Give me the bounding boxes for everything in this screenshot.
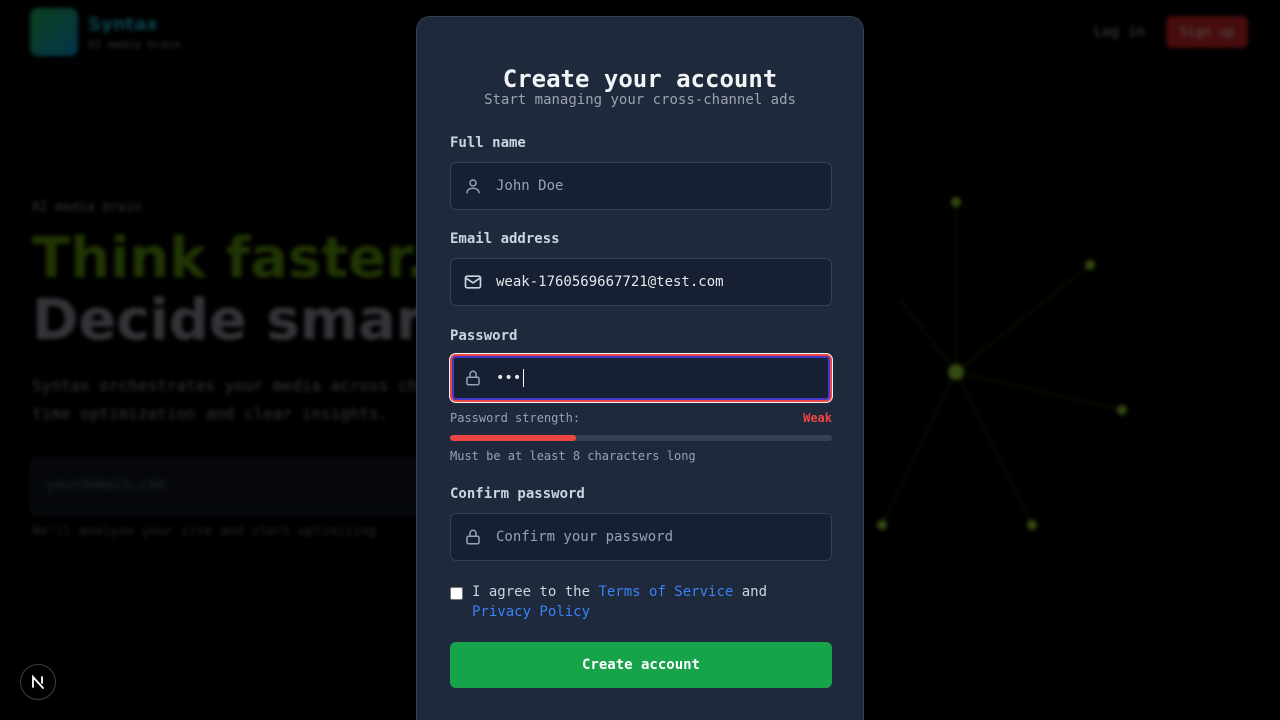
password-label: Password <box>450 328 518 344</box>
brand-tagline: AI media brain <box>88 38 181 51</box>
modal-subtitle: Start managing your cross-channel ads <box>484 92 796 108</box>
password-input[interactable]: ••• <box>496 369 525 387</box>
signup-button: Sign up <box>1166 16 1248 48</box>
privacy-policy-link[interactable]: Privacy Policy <box>472 604 590 620</box>
terms-text: I agree to the Terms of Service and Priva… <box>472 584 768 620</box>
user-icon <box>463 176 483 196</box>
terms-of-service-link[interactable]: Terms of Service <box>598 584 733 600</box>
password-strength-label: Password strength: <box>450 411 581 425</box>
password-strength-fill <box>450 435 577 441</box>
full-name-label: Full name <box>450 135 526 151</box>
email-field[interactable]: weak-1760569667721@test.com <box>450 258 832 306</box>
text-caret <box>523 369 525 387</box>
confirm-password-label: Confirm password <box>450 486 585 502</box>
brand-logo <box>30 8 78 56</box>
lock-icon <box>463 368 483 388</box>
terms-checkbox[interactable] <box>450 587 463 600</box>
full-name-field[interactable]: John Doe <box>450 162 832 210</box>
modal-title: Create your account <box>502 65 778 93</box>
n-logo-icon <box>32 674 44 689</box>
email-input[interactable]: weak-1760569667721@test.com <box>496 274 724 290</box>
lock-icon <box>463 527 483 547</box>
brand-name: Syntax <box>88 14 158 35</box>
hero-note: We'll analyze your site and start optimi… <box>32 524 377 539</box>
password-strength-value: Weak <box>803 411 832 425</box>
create-account-button[interactable]: Create account <box>450 642 832 688</box>
email-label: Email address <box>450 231 560 247</box>
password-field[interactable]: ••• <box>450 354 832 402</box>
mail-icon <box>463 272 483 292</box>
network-graph-illustration <box>877 197 1127 530</box>
confirm-password-field[interactable]: Confirm your password <box>450 513 832 561</box>
dev-tools-badge[interactable] <box>20 664 56 700</box>
hero-domain-input: yourdomain.com <box>30 458 430 516</box>
hero-eyebrow: AI media brain <box>32 200 142 215</box>
signup-modal: Create your account Start managing your … <box>416 16 864 720</box>
full-name-input[interactable]: John Doe <box>496 178 563 194</box>
terms-agreement: I agree to the Terms of Service and Priva… <box>450 582 832 622</box>
password-hint: Must be at least 8 characters long <box>450 449 696 463</box>
password-strength-bar <box>450 435 832 441</box>
confirm-password-input[interactable]: Confirm your password <box>496 529 673 545</box>
password-strength-row: Password strength: Weak <box>450 411 832 425</box>
hero-headline-1: Think faster. <box>32 226 428 291</box>
login-link: Log in <box>1094 24 1145 40</box>
